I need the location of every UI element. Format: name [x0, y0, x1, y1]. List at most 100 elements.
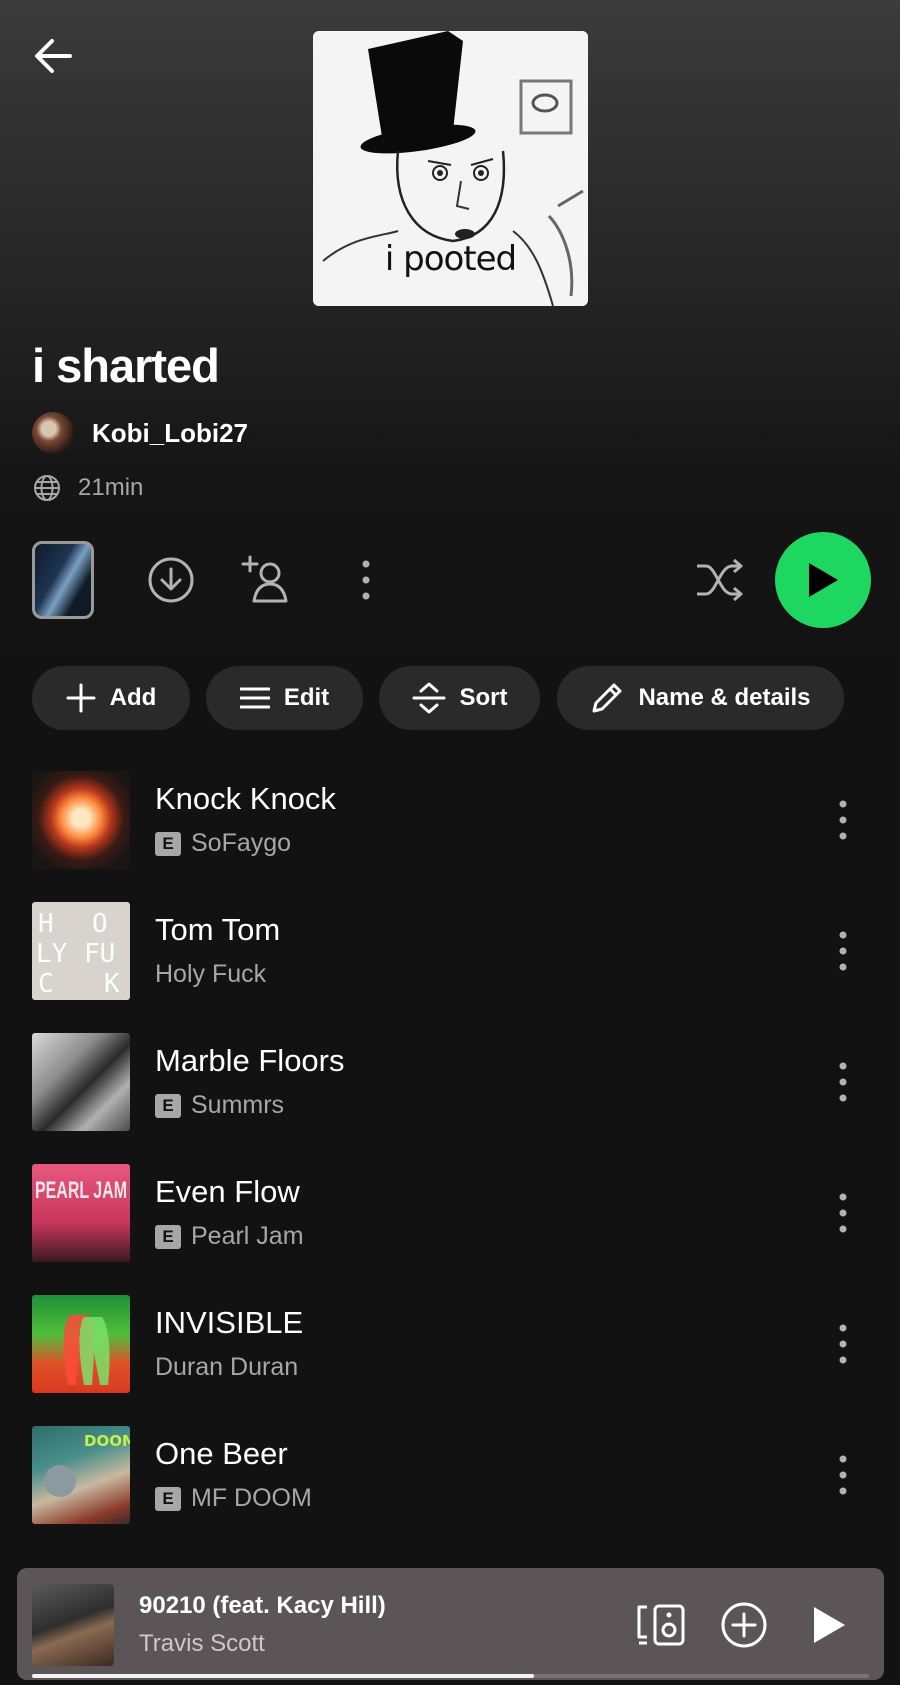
playlist-meta: 21min — [32, 472, 143, 504]
edit-chip-label: Edit — [283, 684, 330, 711]
mini-play-button[interactable] — [802, 1598, 856, 1652]
track-artist: Summrs — [191, 1091, 285, 1119]
track-row[interactable]: INVISIBLE Duran Duran — [32, 1295, 868, 1393]
track-art: DOOM — [32, 1426, 130, 1524]
more-vertical-icon — [839, 1324, 847, 1364]
play-button[interactable] — [775, 532, 871, 628]
more-options-button[interactable] — [338, 552, 394, 608]
add-chip-label: Add — [109, 684, 157, 711]
track-title: Marble Floors — [155, 1043, 345, 1078]
art-letter: C — [38, 969, 54, 999]
track-subtitle: E Pearl Jam — [155, 1222, 304, 1251]
playlist-duration: 21min — [78, 474, 144, 501]
track-subtitle: E SoFaygo — [155, 829, 291, 858]
track-artist: Pearl Jam — [191, 1222, 304, 1250]
playlist-cover: i pooted — [313, 31, 588, 306]
art-text: PEARL JAM — [35, 1177, 127, 1204]
mini-player[interactable]: 90210 (feat. Kacy Hill) Travis Scott — [17, 1568, 884, 1680]
sort-chip-label: Sort — [459, 684, 508, 711]
connect-device-button[interactable] — [634, 1598, 688, 1652]
playback-progress-fill — [32, 1674, 535, 1678]
track-artist: MF DOOM — [191, 1484, 312, 1512]
art-letter: K — [104, 969, 120, 999]
now-playing-artist: Travis Scott — [139, 1630, 265, 1657]
track-art: H O LY FU C K — [32, 902, 130, 1000]
track-title: INVISIBLE — [155, 1305, 304, 1340]
playback-progress[interactable] — [32, 1674, 869, 1678]
track-more-button[interactable] — [818, 926, 868, 976]
track-more-button[interactable] — [818, 1057, 868, 1107]
track-row[interactable]: PEARL JAM Even Flow E Pearl Jam — [32, 1164, 868, 1262]
track-more-button[interactable] — [818, 1450, 868, 1500]
explicit-badge: E — [155, 1486, 181, 1511]
explicit-badge: E — [155, 1224, 181, 1249]
owner-avatar[interactable] — [32, 412, 74, 454]
play-icon — [814, 1607, 845, 1643]
more-vertical-icon — [839, 931, 847, 971]
devices-icon — [637, 1604, 685, 1646]
art-letter: H — [38, 909, 54, 939]
track-subtitle: E Summrs — [155, 1091, 284, 1120]
more-vertical-icon — [839, 1455, 847, 1495]
track-subtitle: Holy Fuck — [155, 960, 266, 989]
plus-icon — [66, 683, 96, 713]
back-arrow-icon — [35, 39, 72, 73]
track-artist: Duran Duran — [155, 1353, 299, 1381]
track-art: PEARL JAM — [32, 1164, 130, 1262]
doom-art: DOOM — [44, 1432, 130, 1497]
explicit-badge: E — [155, 831, 181, 856]
add-to-playlist-button[interactable] — [717, 1598, 771, 1652]
now-playing-title: 90210 (feat. Kacy Hill) — [139, 1592, 386, 1619]
track-title: One Beer — [155, 1436, 288, 1471]
sort-chip[interactable]: Sort — [379, 666, 540, 730]
more-vertical-icon — [839, 1062, 847, 1102]
art-letter: LY — [36, 939, 68, 969]
owner-row[interactable]: Kobi_Lobi27 — [32, 412, 248, 454]
explicit-badge: E — [155, 1093, 181, 1118]
more-vertical-icon — [839, 1193, 847, 1233]
shuffle-button[interactable] — [692, 552, 748, 608]
add-collaborator-button[interactable] — [239, 552, 295, 608]
track-subtitle: E MF DOOM — [155, 1484, 312, 1513]
holy-fuck-art: H O LY FU C K — [36, 909, 120, 999]
name-details-chip[interactable]: Name & details — [557, 666, 844, 730]
sort-icon — [412, 682, 445, 714]
back-button[interactable] — [28, 30, 80, 82]
name-details-chip-label: Name & details — [638, 684, 811, 711]
track-more-button[interactable] — [818, 795, 868, 845]
track-artist: Holy Fuck — [155, 960, 267, 988]
playlist-title: i sharted — [32, 339, 220, 392]
track-art — [32, 771, 130, 869]
track-title: Tom Tom — [155, 912, 281, 947]
now-playing-art — [32, 1584, 114, 1666]
pencil-icon — [592, 683, 622, 713]
track-row[interactable]: H O LY FU C K Tom Tom Holy Fuck — [32, 902, 868, 1000]
download-button[interactable] — [143, 552, 199, 608]
playlist-preview-thumbnail[interactable] — [32, 541, 94, 619]
art-text: DOOM — [84, 1432, 130, 1450]
owner-name[interactable]: Kobi_Lobi27 — [92, 418, 248, 449]
add-chip[interactable]: Add — [32, 666, 190, 730]
track-art — [32, 1295, 130, 1393]
more-vertical-icon — [839, 800, 847, 840]
art-letter: O — [92, 909, 108, 939]
track-row[interactable]: Marble Floors E Summrs — [32, 1033, 868, 1131]
track-more-button[interactable] — [818, 1319, 868, 1369]
track-title: Even Flow — [155, 1174, 300, 1209]
more-vertical-icon — [362, 560, 370, 600]
track-more-button[interactable] — [818, 1188, 868, 1238]
shuffle-icon — [697, 558, 743, 602]
pearl-jam-art: PEARL JAM — [35, 1177, 127, 1204]
add-user-icon — [241, 555, 288, 603]
download-icon — [148, 557, 194, 603]
menu-lines-icon — [239, 687, 270, 709]
track-row[interactable]: Knock Knock E SoFaygo — [32, 771, 868, 869]
track-title: Knock Knock — [155, 781, 336, 816]
cover-caption: i pooted — [384, 239, 517, 279]
track-art — [32, 1033, 130, 1131]
track-row[interactable]: DOOM One Beer E MF DOOM — [32, 1426, 868, 1524]
track-subtitle: Duran Duran — [155, 1353, 298, 1382]
globe-icon — [34, 475, 60, 501]
art-letter: FU — [84, 939, 115, 969]
edit-chip[interactable]: Edit — [206, 666, 363, 730]
